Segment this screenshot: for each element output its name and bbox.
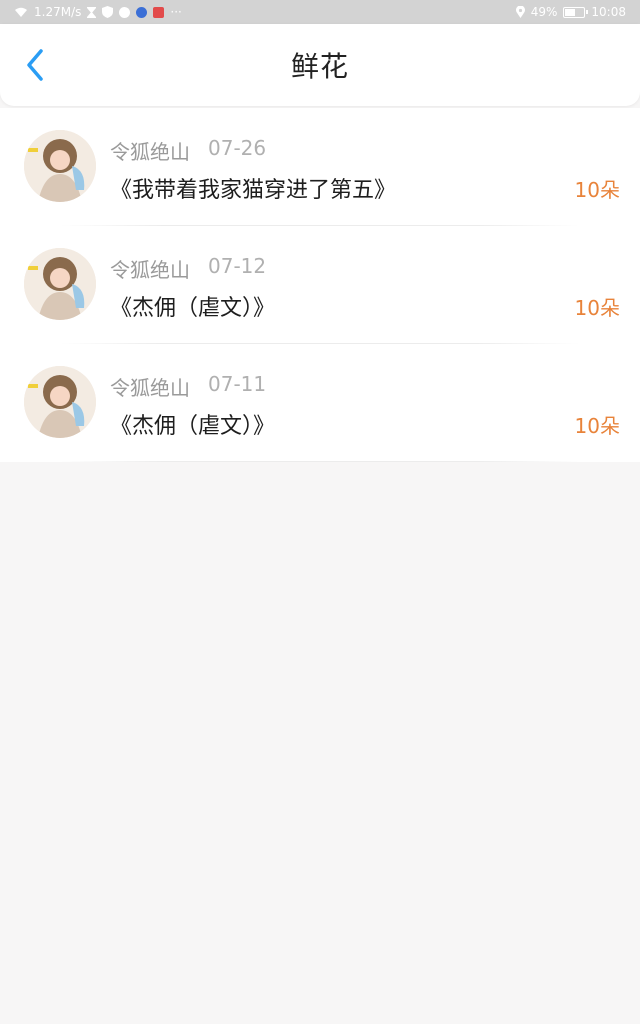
item-meta: 令狐绝山 07-12 xyxy=(110,254,266,283)
divider xyxy=(60,461,580,462)
item-meta: 令狐绝山 07-11 xyxy=(110,372,266,401)
list-item[interactable]: 令狐绝山 07-12 《杰佣（虐文）》 10朵 xyxy=(0,226,640,344)
wifi-icon xyxy=(14,7,28,18)
user-name[interactable]: 令狐绝山 xyxy=(110,372,190,401)
app-header: 鲜花 xyxy=(0,24,640,106)
avatar[interactable] xyxy=(24,248,96,320)
browser-notification-icon xyxy=(136,6,148,18)
battery-percent: 49% xyxy=(530,5,558,19)
gift-date: 07-12 xyxy=(208,254,267,278)
avatar[interactable] xyxy=(24,130,96,202)
item-meta: 令狐绝山 07-26 xyxy=(110,136,266,165)
book-title[interactable]: 《我带着我家猫穿进了第五》 xyxy=(110,172,396,204)
book-title[interactable]: 《杰佣（虐文）》 xyxy=(110,290,275,322)
avatar[interactable] xyxy=(24,366,96,438)
hourglass-icon xyxy=(87,6,97,18)
clock: 10:08 xyxy=(591,5,626,19)
shield-icon xyxy=(102,6,114,18)
list-item[interactable]: 令狐绝山 07-26 《我带着我家猫穿进了第五》 10朵 xyxy=(0,108,640,226)
back-button[interactable] xyxy=(18,48,52,86)
chevron-left-icon xyxy=(25,48,45,86)
app-notification-icon xyxy=(119,6,131,18)
v-app-notification-icon xyxy=(153,6,165,18)
network-speed: 1.27M/s xyxy=(34,5,82,19)
user-name[interactable]: 令狐绝山 xyxy=(110,136,190,165)
location-icon xyxy=(515,6,525,18)
flower-list: 令狐绝山 07-26 《我带着我家猫穿进了第五》 10朵 令狐绝山 07-12 … xyxy=(0,108,640,462)
flower-count: 10朵 xyxy=(574,178,620,202)
gift-date: 07-26 xyxy=(208,136,267,160)
book-title[interactable]: 《杰佣（虐文）》 xyxy=(110,408,275,440)
status-bar: 1.27M/s ··· 49% 10:08 xyxy=(0,0,640,24)
page-title: 鲜花 xyxy=(290,50,349,83)
user-name[interactable]: 令狐绝山 xyxy=(110,254,190,283)
list-item[interactable]: 令狐绝山 07-11 《杰佣（虐文）》 10朵 xyxy=(0,344,640,462)
gift-date: 07-11 xyxy=(208,372,267,396)
flower-count: 10朵 xyxy=(574,296,620,320)
more-notifications-icon: ··· xyxy=(170,5,182,19)
flower-count: 10朵 xyxy=(574,414,620,438)
battery-icon xyxy=(563,6,589,18)
